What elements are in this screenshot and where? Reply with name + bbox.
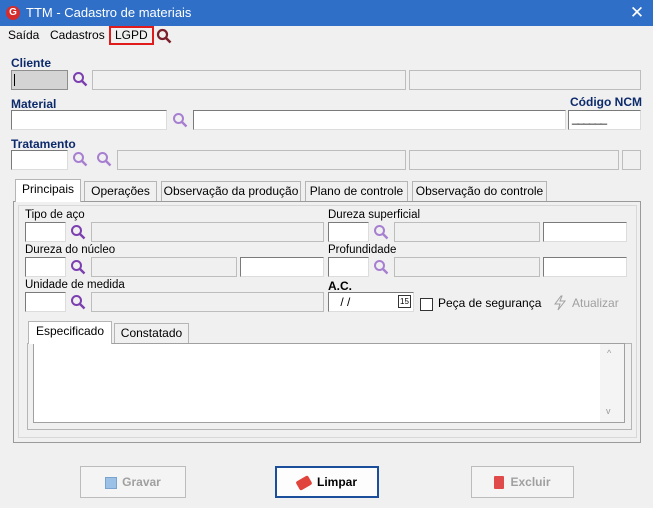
app-logo-icon: G bbox=[6, 6, 20, 20]
dureza-nucleo-name-field bbox=[91, 257, 237, 277]
tratamento-search-icon[interactable] bbox=[72, 151, 88, 167]
tratamento-small-field bbox=[622, 150, 641, 170]
profundidade-search-icon[interactable] bbox=[373, 259, 389, 275]
tab-plano-controle[interactable]: Plano de controle bbox=[305, 181, 408, 201]
cliente-name-field bbox=[92, 70, 406, 90]
profundidade-code-field[interactable] bbox=[328, 257, 369, 277]
menu-saida[interactable]: Saída bbox=[8, 27, 39, 43]
tab-observacao-controle[interactable]: Observação do controle bbox=[412, 181, 547, 201]
atualizar-button[interactable]: Atualizar bbox=[572, 296, 619, 310]
calendar-icon[interactable]: 15 bbox=[398, 295, 411, 308]
limpar-button[interactable]: Limpar bbox=[275, 466, 379, 498]
gravar-button[interactable]: Gravar bbox=[80, 466, 186, 498]
especificado-memo[interactable] bbox=[33, 343, 625, 423]
eraser-icon bbox=[295, 474, 313, 491]
excluir-label: Excluir bbox=[510, 475, 551, 489]
tratamento-extra-field bbox=[409, 150, 619, 170]
tab-observacao-producao[interactable]: Observação da produção bbox=[161, 181, 301, 201]
tratamento-label: Tratamento bbox=[11, 137, 76, 151]
lightning-icon bbox=[553, 295, 567, 311]
tipo-aco-code-field[interactable] bbox=[25, 222, 66, 242]
peca-seguranca-checkbox[interactable] bbox=[420, 298, 433, 311]
cliente-extra-field bbox=[409, 70, 641, 90]
dureza-superficial-search-icon[interactable] bbox=[373, 224, 389, 240]
menu-cadastros[interactable]: Cadastros bbox=[50, 27, 105, 43]
ac-date-field[interactable]: / / 15 bbox=[328, 292, 414, 312]
material-search-icon[interactable] bbox=[172, 112, 188, 128]
tab-operacoes[interactable]: Operações bbox=[84, 181, 157, 201]
menu-lgpd[interactable]: LGPD bbox=[109, 26, 154, 45]
codigo-ncm-label: Código NCM bbox=[570, 95, 642, 109]
material-label: Material bbox=[11, 97, 57, 111]
material-code-field[interactable] bbox=[11, 110, 167, 130]
dureza-superficial-name-field bbox=[394, 222, 540, 242]
ac-label: A.C. bbox=[328, 279, 352, 293]
dureza-nucleo-label: Dureza do núcleo bbox=[25, 244, 116, 256]
profundidade-label: Profundidade bbox=[328, 244, 397, 256]
tipo-aco-label: Tipo de aço bbox=[25, 209, 85, 221]
scroll-up-icon[interactable]: ^ bbox=[607, 348, 611, 358]
dureza-superficial-label: Dureza superficial bbox=[328, 209, 421, 221]
gravar-label: Gravar bbox=[122, 475, 161, 489]
window-title: TTM - Cadastro de materiais bbox=[26, 5, 192, 20]
ncm-mask: ______ bbox=[572, 111, 607, 125]
trash-icon bbox=[494, 476, 505, 490]
peca-seguranca-label: Peça de segurança bbox=[438, 296, 542, 310]
tratamento-name-field bbox=[117, 150, 406, 170]
ac-date-value: / / bbox=[337, 295, 351, 309]
dureza-nucleo-code-field[interactable] bbox=[25, 257, 66, 277]
unidade-medida-label: Unidade de medida bbox=[25, 279, 125, 291]
codigo-ncm-field[interactable]: ______ bbox=[568, 110, 641, 130]
profundidade-name-field bbox=[394, 257, 540, 277]
memo-scrollbar[interactable]: ^ v bbox=[600, 344, 624, 422]
tipo-aco-search-icon[interactable] bbox=[70, 224, 86, 240]
unidade-medida-code-field[interactable] bbox=[25, 292, 66, 312]
cliente-code-field[interactable] bbox=[11, 70, 68, 90]
tipo-aco-name-field bbox=[91, 222, 324, 242]
cliente-label: Cliente bbox=[11, 56, 52, 70]
subtab-especificado[interactable]: Especificado bbox=[28, 321, 112, 344]
dureza-nucleo-value-field[interactable] bbox=[240, 257, 324, 277]
limpar-label: Limpar bbox=[316, 475, 357, 489]
tab-principais[interactable]: Principais bbox=[15, 179, 81, 202]
tratamento-search-icon-2[interactable] bbox=[96, 151, 112, 167]
dureza-superficial-value-field[interactable] bbox=[543, 222, 627, 242]
menu-search-icon[interactable] bbox=[156, 28, 172, 44]
dureza-nucleo-search-icon[interactable] bbox=[70, 259, 86, 275]
profundidade-value-field[interactable] bbox=[543, 257, 627, 277]
unidade-medida-name-field bbox=[91, 292, 324, 312]
save-icon bbox=[105, 476, 118, 489]
excluir-button[interactable]: Excluir bbox=[471, 466, 574, 498]
unidade-medida-search-icon[interactable] bbox=[70, 294, 86, 310]
dureza-superficial-code-field[interactable] bbox=[328, 222, 369, 242]
scroll-down-icon[interactable]: v bbox=[606, 406, 611, 416]
cliente-search-icon[interactable] bbox=[72, 71, 88, 87]
tratamento-code-field[interactable] bbox=[11, 150, 68, 170]
close-icon[interactable]: ✕ bbox=[626, 2, 648, 24]
material-description-field[interactable] bbox=[193, 110, 566, 130]
subtab-constatado[interactable]: Constatado bbox=[114, 323, 189, 343]
